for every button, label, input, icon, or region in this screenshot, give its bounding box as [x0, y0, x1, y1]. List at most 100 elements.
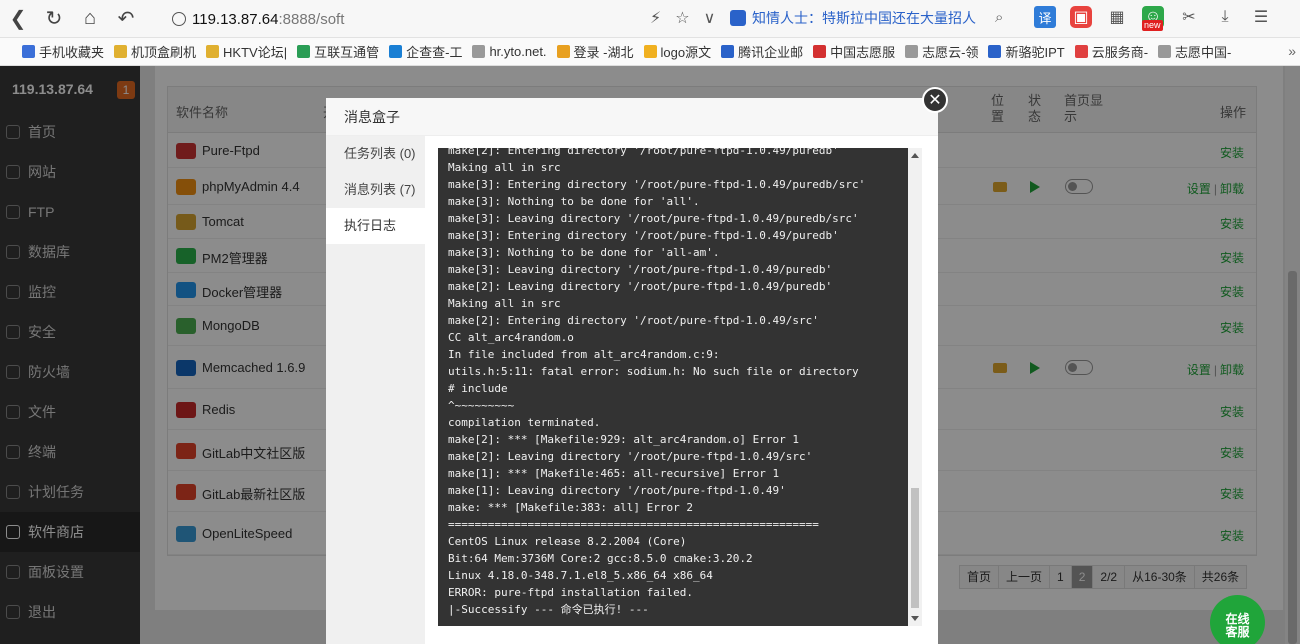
- log-line: Making all in src: [448, 161, 561, 174]
- log-line: In file included from alt_arc4random.c:9…: [448, 348, 720, 361]
- more-bookmarks-icon[interactable]: »: [1288, 43, 1296, 59]
- bookmark-item[interactable]: 互联互通管: [297, 42, 379, 61]
- bookmark-item[interactable]: 登录 -湖北: [556, 42, 634, 61]
- log-line: make[1]: *** [Makefile:465: all-recursiv…: [448, 467, 780, 480]
- scroll-thumb[interactable]: [911, 488, 919, 608]
- online-service-button[interactable]: 在线 客服: [1210, 595, 1265, 644]
- log-line: make[2]: Entering directory '/root/pure-…: [448, 148, 839, 157]
- new-badge: new: [1142, 20, 1163, 31]
- scissors-icon[interactable]: ✂: [1178, 6, 1200, 28]
- undo-icon[interactable]: ↶: [108, 0, 144, 38]
- star-icon[interactable]: ☆: [675, 8, 689, 28]
- log-line: Linux 4.18.0-348.7.1.el8_5.x86_64 x86_64: [448, 569, 713, 582]
- home-icon[interactable]: ⌂: [72, 0, 108, 38]
- console-scrollbar[interactable]: [908, 148, 922, 626]
- reload-icon[interactable]: ↻: [36, 0, 72, 38]
- bookmark-icon: [721, 45, 735, 58]
- bookmark-label: 机顶盒刷机: [131, 45, 197, 60]
- url-path: :8888/soft: [278, 10, 345, 28]
- bookmark-icon: [389, 45, 403, 58]
- bookmark-item[interactable]: 中国志愿服: [813, 42, 895, 61]
- news-ticker[interactable]: 知情人士：特斯拉中国还在大量招人: [730, 8, 976, 28]
- bookmark-label: 新骆驼IPT: [1005, 45, 1065, 60]
- bookmark-item[interactable]: 手机收藏夹: [22, 42, 104, 61]
- bookmark-label: 志愿中国-: [1175, 45, 1232, 60]
- bookmark-item[interactable]: 企查查-工: [389, 42, 462, 61]
- bookmark-icon: [22, 45, 35, 58]
- scroll-up-icon[interactable]: [911, 153, 919, 158]
- apps-grid-icon[interactable]: ▦: [1106, 6, 1128, 28]
- bookmark-item[interactable]: HKTV论坛|: [206, 42, 287, 61]
- dialog-tab[interactable]: 消息列表 (7): [326, 172, 425, 208]
- log-line: make[2]: *** [Makefile:929: alt_arc4rand…: [448, 433, 799, 446]
- bookmark-icon: [813, 45, 827, 58]
- translate-icon[interactable]: 译: [1034, 6, 1056, 28]
- log-line: ========================================…: [448, 518, 819, 531]
- log-line: CC alt_arc4random.o: [448, 331, 574, 344]
- back-icon[interactable]: ❮: [0, 0, 36, 38]
- bookmark-icon: [114, 45, 128, 58]
- url-actions: ⚡ ☆ ∨: [650, 8, 715, 28]
- bookmarks-list: 手机收藏夹 机顶盒刷机 HKTV论坛| 互联互通管 企查查-工 hr.yto.net. 登录…: [22, 42, 1241, 61]
- log-line: make[2]: Entering directory '/root/pure-…: [448, 314, 819, 327]
- execution-log-console[interactable]: make[2]: Entering directory '/root/pure-…: [438, 148, 922, 626]
- log-line: make[2]: Leaving directory '/root/pure-f…: [448, 280, 833, 293]
- bookmark-label: 腾讯企业邮: [738, 45, 804, 60]
- bookmarks-bar: 手机收藏夹 机顶盒刷机 HKTV论坛| 互联互通管 企查查-工 hr.yto.net. 登录…: [0, 38, 1300, 66]
- extension-icon[interactable]: ☺ new: [1142, 6, 1164, 31]
- download-icon[interactable]: ⤓: [1214, 6, 1236, 28]
- log-line: make[1]: Leaving directory '/root/pure-f…: [448, 484, 786, 497]
- log-line: make[3]: Nothing to be done for 'all'.: [448, 195, 700, 208]
- bookmark-item[interactable]: hr.yto.net.: [472, 42, 547, 61]
- site-info-icon[interactable]: [172, 12, 186, 26]
- bookmark-icon: [206, 45, 220, 58]
- log-line: make[3]: Entering directory '/root/pure-…: [448, 178, 866, 191]
- dialog-tab[interactable]: 执行日志: [326, 208, 425, 244]
- browser-tools: 译 ▣ ▦ ☺ new ✂ ⤓ ☰: [1034, 6, 1272, 31]
- address-bar[interactable]: 119.13.87.64:8888/soft: [172, 6, 722, 32]
- bookmark-item[interactable]: 腾讯企业邮: [721, 42, 803, 61]
- bookmark-label: hr.yto.net.: [489, 44, 547, 59]
- log-lines: make[2]: Entering directory '/root/pure-…: [448, 148, 908, 618]
- bookmark-label: 云服务商-: [1091, 45, 1149, 60]
- search-icon[interactable]: ⌕: [995, 9, 1003, 26]
- bookmark-item[interactable]: 新骆驼IPT: [988, 42, 1065, 61]
- bookmark-item[interactable]: 机顶盒刷机: [114, 42, 196, 61]
- bookmark-item[interactable]: 志愿云-领: [905, 42, 978, 61]
- bookmark-item[interactable]: logo源文: [643, 42, 712, 61]
- bookmark-icon: [1158, 45, 1172, 58]
- url-host: 119.13.87.64: [192, 10, 279, 28]
- bookmark-item[interactable]: 志愿中国-: [1158, 42, 1231, 61]
- dialog-title: 消息盒子: [326, 98, 938, 136]
- log-line: ERROR: pure-ftpd installation failed.: [448, 586, 694, 599]
- news-icon: [730, 10, 746, 26]
- bookmark-icon: [472, 45, 486, 58]
- log-line: Bit:64 Mem:3736M Core:2 gcc:8.5.0 cmake:…: [448, 552, 753, 565]
- log-line: make[3]: Leaving directory '/root/pure-f…: [448, 212, 859, 225]
- dialog-tab[interactable]: 任务列表 (0): [326, 136, 425, 172]
- chevron-down-icon[interactable]: ∨: [704, 8, 716, 28]
- log-line: |-Successify --- 命令已执行! ---: [448, 603, 649, 616]
- log-line: Making all in src: [448, 297, 561, 310]
- log-line: make[3]: Leaving directory '/root/pure-f…: [448, 263, 833, 276]
- lightning-icon[interactable]: ⚡: [650, 8, 661, 28]
- bookmark-label: 企查查-工: [406, 45, 463, 60]
- menu-icon[interactable]: ☰: [1250, 6, 1272, 28]
- log-line: compilation terminated.: [448, 416, 601, 429]
- close-icon[interactable]: ✕: [922, 87, 948, 113]
- bookmark-item[interactable]: 云服务商-: [1074, 42, 1149, 61]
- bookmark-label: HKTV论坛|: [223, 45, 288, 60]
- message-box-dialog: 消息盒子 任务列表 (0) 消息列表 (7) 执行日志 make[2]: Enter…: [326, 98, 938, 644]
- bookmark-label: 志愿云-领: [922, 45, 979, 60]
- log-line: # include: [448, 382, 508, 395]
- bookmark-icon: [1074, 45, 1088, 58]
- scroll-down-icon[interactable]: [911, 616, 919, 621]
- bookmark-icon: [643, 45, 657, 58]
- log-line: ^~~~~~~~~~: [448, 399, 515, 412]
- news-text: 知情人士：特斯拉中国还在大量招人: [752, 10, 976, 26]
- log-line: make[3]: Entering directory '/root/pure-…: [448, 229, 839, 242]
- game-icon[interactable]: ▣: [1070, 6, 1092, 28]
- bookmark-label: logo源文: [660, 45, 712, 60]
- log-line: make[2]: Leaving directory '/root/pure-f…: [448, 450, 813, 463]
- log-line: make[3]: Nothing to be done for 'all-am'…: [448, 246, 720, 259]
